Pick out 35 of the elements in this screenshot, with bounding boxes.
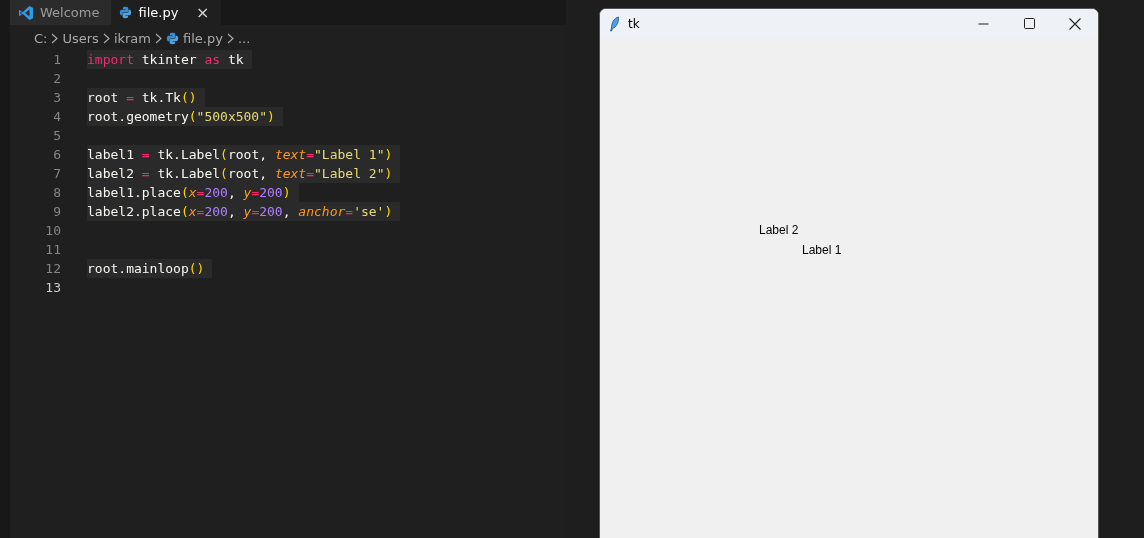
- line-number: 7: [52, 166, 61, 181]
- python-file-icon: [166, 32, 179, 45]
- line-number: 4: [52, 109, 61, 124]
- minimize-icon[interactable]: [977, 22, 989, 25]
- chevron-right-icon: [155, 33, 162, 44]
- editor-logo-icon: [18, 4, 34, 21]
- maximize-icon[interactable]: [1023, 18, 1035, 29]
- python-file-icon: [119, 6, 133, 19]
- line-number: 5: [52, 128, 61, 143]
- line-number: 11: [44, 242, 61, 257]
- line-number: 1: [52, 52, 61, 67]
- line-number: 13: [44, 280, 61, 295]
- breadcrumb-item[interactable]: ikram: [113, 31, 151, 46]
- line-number: 9: [52, 204, 61, 219]
- breadcrumb-item[interactable]: C:: [34, 31, 48, 46]
- window-label: Label 2: [759, 223, 799, 237]
- window-label: Label 1: [802, 243, 842, 257]
- line-number: 2: [52, 71, 61, 86]
- editor-tab[interactable]: Welcome: [10, 0, 112, 25]
- breadcrumb-item[interactable]: ...: [237, 31, 251, 46]
- chevron-right-icon: [102, 33, 110, 44]
- breadcrumb-item[interactable]: file.py: [183, 31, 223, 46]
- window-title: tk: [628, 16, 640, 31]
- editor-tab[interactable]: file.py ×: [111, 0, 222, 25]
- line-number: 12: [44, 261, 61, 276]
- chevron-right-icon: [226, 33, 234, 44]
- chevron-right-icon: [51, 33, 59, 44]
- breadcrumb-item[interactable]: Users: [62, 31, 99, 46]
- feather-icon: [609, 15, 620, 32]
- line-number: 8: [52, 185, 61, 200]
- line-number: 6: [52, 147, 61, 162]
- close-icon[interactable]: ×: [196, 3, 210, 22]
- line-number: 3: [52, 90, 61, 105]
- line-number: 10: [44, 223, 61, 238]
- close-icon[interactable]: [1069, 17, 1081, 30]
